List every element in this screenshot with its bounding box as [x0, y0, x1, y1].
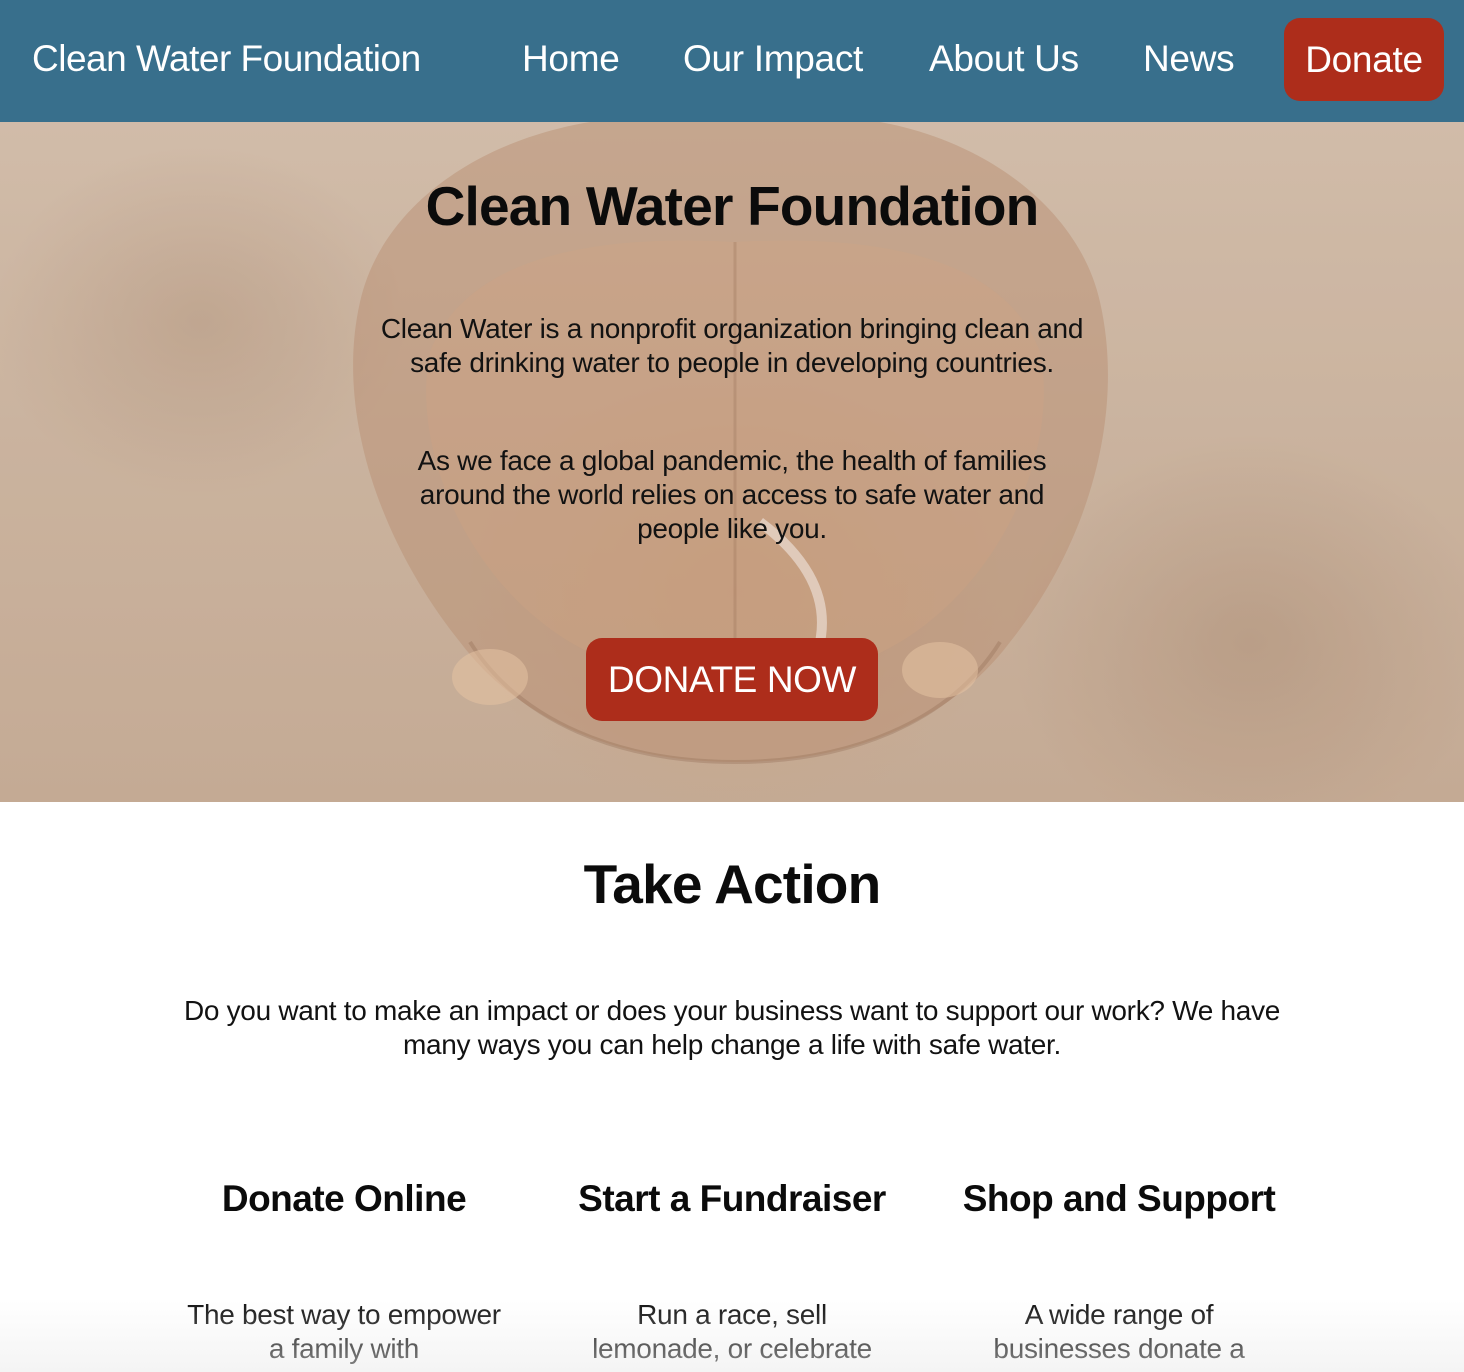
- hero-title: Clean Water Foundation: [425, 175, 1040, 237]
- hero-section: Clean Water Foundation Clean Water is a …: [0, 122, 1464, 802]
- card-title-start-fundraiser[interactable]: Start a Fundraiser: [542, 1178, 922, 1220]
- nav-link-our-impact[interactable]: Our Impact: [683, 38, 863, 80]
- nav-link-home[interactable]: Home: [522, 38, 620, 80]
- card-title-donate-online[interactable]: Donate Online: [154, 1178, 534, 1220]
- card-title-shop-support[interactable]: Shop and Support: [929, 1178, 1309, 1220]
- hero-paragraph-pandemic: As we face a global pandemic, the health…: [417, 445, 1047, 544]
- take-action-heading: Take Action: [583, 853, 882, 915]
- nav-donate-button[interactable]: Donate: [1284, 18, 1444, 101]
- card-text-start-fundraiser: Run a race, sell lemonade, or celebrate: [592, 1299, 872, 1364]
- hero-paragraph-mission: Clean Water is a nonprofit organization …: [380, 313, 1084, 378]
- nav-link-about-us[interactable]: About Us: [929, 38, 1079, 80]
- donate-now-button[interactable]: DONATE NOW: [586, 638, 878, 721]
- card-text-donate-online: The best way to empower a family with: [187, 1299, 501, 1364]
- take-action-intro: Do you want to make an impact or does yo…: [183, 995, 1281, 1060]
- brand-logo-link[interactable]: Clean Water Foundation: [32, 38, 421, 80]
- top-nav: Clean Water Foundation Home Our Impact A…: [0, 0, 1464, 122]
- nav-link-news[interactable]: News: [1143, 38, 1235, 80]
- card-text-shop-support: A wide range of businesses donate a: [993, 1299, 1245, 1364]
